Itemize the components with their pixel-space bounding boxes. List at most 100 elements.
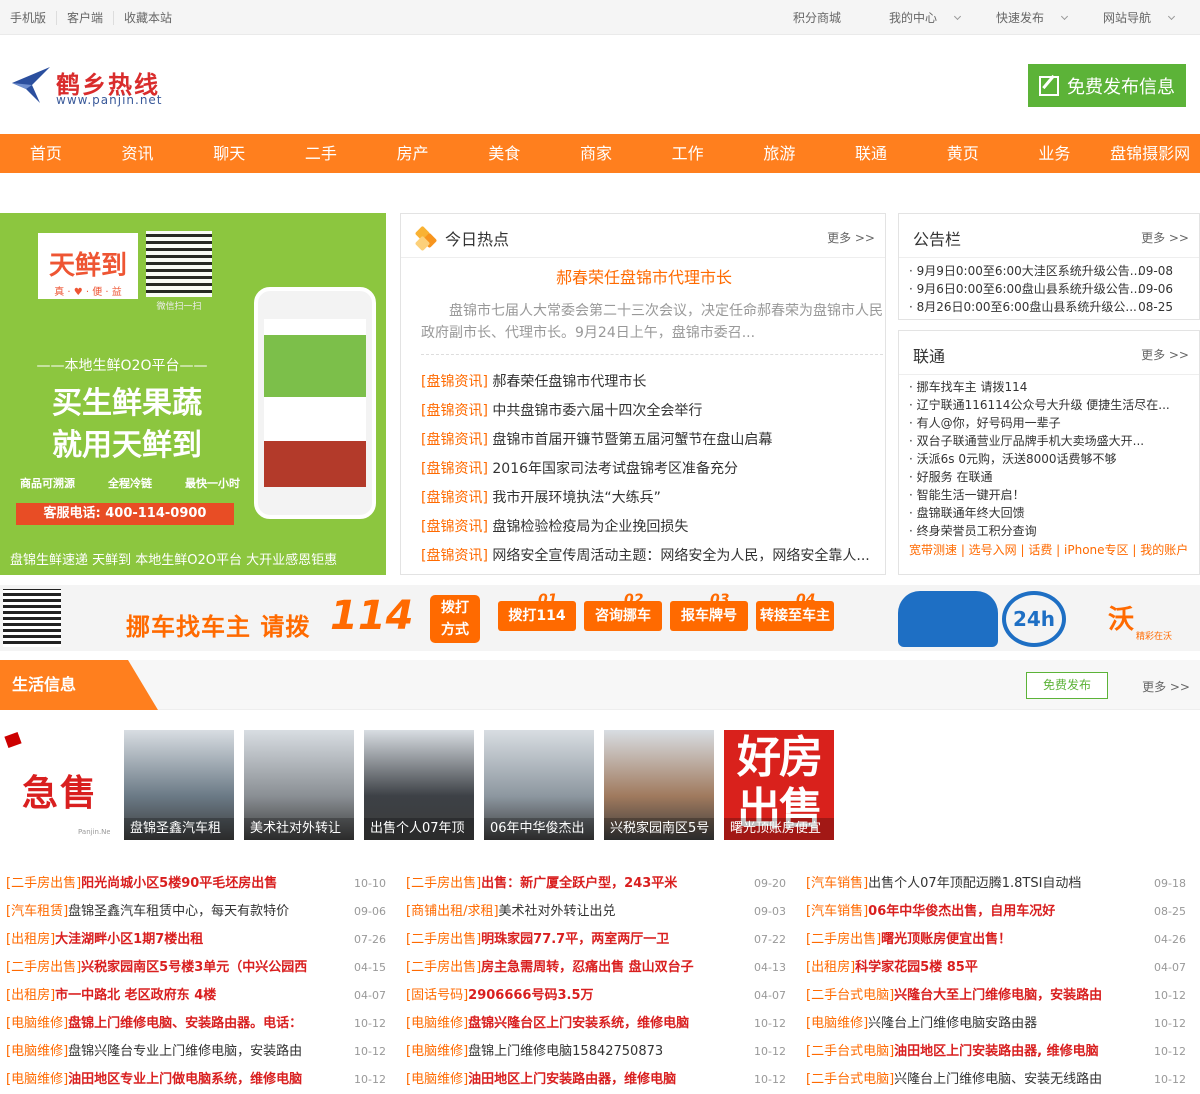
listing-title[interactable]: 盘锦上门维修电脑15842750873: [468, 1038, 663, 1066]
list-item[interactable]: · 终身荣誉员工积分查询: [909, 522, 1199, 540]
category-tag[interactable]: [出租房]: [806, 960, 855, 975]
fresh-delivery-ad[interactable]: 天鲜到 真 · ♥ · 便 · 益 微信扫一扫 ——本地生鲜O2O平台—— 买生…: [0, 213, 386, 575]
nav-business[interactable]: 业务: [1009, 134, 1101, 173]
listing-title[interactable]: 大洼湖畔小区1期7楼出租: [55, 926, 203, 954]
client-link[interactable]: 客户端: [57, 10, 115, 25]
my-center-menu[interactable]: 我的中心: [865, 9, 972, 26]
list-item[interactable]: [出租房]大洼湖畔小区1期7楼出租 07-26: [6, 926, 396, 954]
list-item[interactable]: · 沃派6s 0元购，沃送8000话费够不够: [909, 450, 1199, 468]
category-tag[interactable]: [电脑维修]: [406, 1016, 468, 1031]
listing-title[interactable]: 阳光尚城小区5楼90平毛坯房出售: [81, 870, 277, 898]
category-tag[interactable]: [商铺出租/求租]: [406, 904, 499, 919]
list-item[interactable]: [二手房出售]出售：新广厦全跃户型，243平米 09-20: [406, 870, 796, 898]
list-item[interactable]: [出租房]科学家花园5楼 85平 04-07: [806, 954, 1196, 982]
list-item[interactable]: · 有人@你，好号码用一辈子: [909, 414, 1199, 432]
list-item[interactable]: · 双台子联通营业厅品牌手机大卖场盛大开...: [909, 432, 1199, 450]
life-info-more-link[interactable]: 更多 >>: [1142, 678, 1190, 695]
listing-title[interactable]: 盘锦兴隆台专业上门维修电脑，安装路由: [68, 1038, 302, 1066]
list-item[interactable]: [电脑维修]盘锦兴隆台区上门安装系统，维修电脑 10-12: [406, 1010, 796, 1038]
listing-title[interactable]: 出售：新广厦全跃户型，243平米: [481, 870, 677, 898]
points-mall-link[interactable]: 积分商城: [769, 9, 865, 26]
listing-title[interactable]: 房主急需周转，忍痛出售 盘山双台子: [481, 954, 694, 982]
listing-title[interactable]: 2906666号码3.5万: [468, 982, 593, 1010]
category-tag[interactable]: [电脑维修]: [406, 1072, 468, 1087]
list-item[interactable]: [二手台式电脑]油田地区上门安装路由器, 维修电脑 10-12: [806, 1038, 1196, 1066]
list-item[interactable]: [电脑维修]兴隆台上门维修电脑安路由器 10-12: [806, 1010, 1196, 1038]
category-tag[interactable]: [二手房出售]: [406, 932, 481, 947]
thumb-junjie-car[interactable]: 06年中华俊杰出: [484, 730, 594, 840]
category-tag[interactable]: [电脑维修]: [6, 1072, 68, 1087]
site-nav-menu[interactable]: 网站导航: [1079, 9, 1186, 26]
thumb-art-studio[interactable]: 美术社对外转让: [244, 730, 354, 840]
category-tag[interactable]: [固话号码]: [406, 988, 468, 1003]
hot-headline[interactable]: 郝春荣任盘锦市代理市长: [401, 264, 887, 288]
listing-title[interactable]: 兴隆台大至上门维修电脑，安装路由: [894, 982, 1102, 1010]
category-tag[interactable]: [二手房出售]: [6, 876, 81, 891]
listing-title[interactable]: 兴税家园南区5号楼3单元（中兴公园西: [81, 954, 307, 982]
notice-more-link[interactable]: 更多 >>: [1141, 229, 1189, 246]
nav-food[interactable]: 美食: [458, 134, 550, 173]
list-item[interactable]: · 智能生活一键开启！: [909, 486, 1199, 504]
mobile-link[interactable]: 手机版: [0, 10, 58, 25]
nav-realestate[interactable]: 房产: [367, 134, 459, 173]
listing-title[interactable]: 盘锦圣鑫汽车租赁中心，每天有款特价: [68, 898, 289, 926]
category-tag[interactable]: [汽车销售]: [806, 904, 868, 919]
list-item[interactable]: [二手房出售]房主急需周转，忍痛出售 盘山双台子 04-13: [406, 954, 796, 982]
move-car-banner[interactable]: 挪车找车主 请拨 114 拨打 方式 01 拨打114 02 咨询挪车 03 报车牌号…: [0, 585, 1200, 651]
list-item[interactable]: · 挪车找车主 请拨114: [909, 378, 1199, 396]
unicom-quick-links[interactable]: 宽带测速 | 选号入网 | 话费 | iPhone专区 | 我的账户: [909, 541, 1188, 558]
list-item[interactable]: [盘锦资讯] 中共盘锦市委六届十四次全会举行: [421, 397, 883, 426]
free-publish-small-button[interactable]: 免费发布: [1026, 672, 1108, 699]
bookmark-link[interactable]: 收藏本站: [114, 11, 182, 25]
category-tag[interactable]: [电脑维修]: [406, 1044, 468, 1059]
category-tag[interactable]: [二手房出售]: [406, 876, 481, 891]
category-tag[interactable]: [二手房出售]: [806, 932, 881, 947]
list-item[interactable]: [商铺出租/求租]美术社对外转让出兑 09-03: [406, 898, 796, 926]
nav-merchants[interactable]: 商家: [550, 134, 642, 173]
urgent-sale-thumb[interactable]: 急售 Panjin.Net: [0, 730, 110, 840]
free-publish-button[interactable]: 免费发布信息: [1028, 64, 1186, 107]
category-tag[interactable]: [电脑维修]: [6, 1016, 68, 1031]
listing-title[interactable]: 明珠家园77.7平，两室两厅一卫: [481, 926, 669, 954]
nav-travel[interactable]: 旅游: [734, 134, 826, 173]
nav-jobs[interactable]: 工作: [642, 134, 734, 173]
list-item[interactable]: [汽车租赁]盘锦圣鑫汽车租赁中心，每天有款特价 09-06: [6, 898, 396, 926]
list-item[interactable]: [盘锦资讯] 郝春荣任盘锦市代理市长: [421, 368, 883, 397]
list-item[interactable]: [盘锦资讯] 网络安全宣传周活动主题：网络安全为人民，网络安全靠人...: [421, 542, 883, 571]
listing-title[interactable]: 油田地区专业上门做电脑系统，维修电脑: [68, 1066, 302, 1094]
nav-chat[interactable]: 聊天: [183, 134, 275, 173]
listing-title[interactable]: 06年中华俊杰出售，自用车况好: [868, 898, 1055, 926]
category-tag[interactable]: [二手台式电脑]: [806, 1044, 894, 1059]
list-item[interactable]: [盘锦资讯] 2016年国家司法考试盘锦考区准备充分: [421, 455, 883, 484]
list-item[interactable]: · 盘锦联通年终大回馈: [909, 504, 1199, 522]
list-item[interactable]: · 9月6日0:00至6:00盘山县系统升级公告... 09-06: [909, 280, 1199, 298]
listing-title[interactable]: 兴隆台上门维修电脑、安装无线路由: [894, 1066, 1102, 1094]
category-tag[interactable]: [电脑维修]: [6, 1044, 68, 1059]
category-tag[interactable]: [二手台式电脑]: [806, 988, 894, 1003]
list-item[interactable]: [二手台式电脑]兴隆台大至上门维修电脑，安装路由 10-12: [806, 982, 1196, 1010]
list-item[interactable]: [汽车销售]出售个人07年顶配迈腾1.8TSI自动档 09-18: [806, 870, 1196, 898]
list-item[interactable]: [盘锦资讯] 我市开展环境执法“大练兵”: [421, 484, 883, 513]
list-item[interactable]: [二手房出售]明珠家园77.7平，两室两厅一卫 07-22: [406, 926, 796, 954]
thumb-car-rental[interactable]: 盘锦圣鑫汽车租: [124, 730, 234, 840]
listing-title[interactable]: 盘锦兴隆台区上门安装系统，维修电脑: [468, 1010, 689, 1038]
list-item[interactable]: [二手台式电脑]兴隆台上门维修电脑、安装无线路由 10-12: [806, 1066, 1196, 1094]
list-item[interactable]: [出租房]市一中路北 老区政府东 4楼 04-07: [6, 982, 396, 1010]
list-item[interactable]: · 9月9日0:00至6:00大洼区系统升级公告... 09-08: [909, 262, 1199, 280]
list-item[interactable]: · 好服务 在联通: [909, 468, 1199, 486]
category-tag[interactable]: [二手房出售]: [406, 960, 481, 975]
listing-title[interactable]: 油田地区上门安装路由器, 维修电脑: [894, 1038, 1098, 1066]
list-item[interactable]: [电脑维修]盘锦兴隆台专业上门维修电脑，安装路由 10-12: [6, 1038, 396, 1066]
thumb-apartment[interactable]: 兴税家园南区5号: [604, 730, 714, 840]
list-item[interactable]: [二手房出售]阳光尚城小区5楼90平毛坯房出售 10-10: [6, 870, 396, 898]
today-hot-more-link[interactable]: 更多 >>: [827, 229, 875, 246]
listing-title[interactable]: 出售个人07年顶配迈腾1.8TSI自动档: [868, 870, 1081, 898]
nav-yellowpages[interactable]: 黄页: [917, 134, 1009, 173]
list-item[interactable]: [电脑维修]油田地区上门安装路由器，维修电脑 10-12: [406, 1066, 796, 1094]
listing-title[interactable]: 曙光顶账房便宜出售！: [881, 926, 1011, 954]
list-item[interactable]: [电脑维修]油田地区专业上门做电脑系统，维修电脑 10-12: [6, 1066, 396, 1094]
category-tag[interactable]: [出租房]: [6, 932, 55, 947]
list-item[interactable]: [盘锦资讯] 盘锦检验检疫局为企业挽回损失: [421, 513, 883, 542]
category-tag[interactable]: [汽车租赁]: [6, 904, 68, 919]
category-tag[interactable]: [二手房出售]: [6, 960, 81, 975]
